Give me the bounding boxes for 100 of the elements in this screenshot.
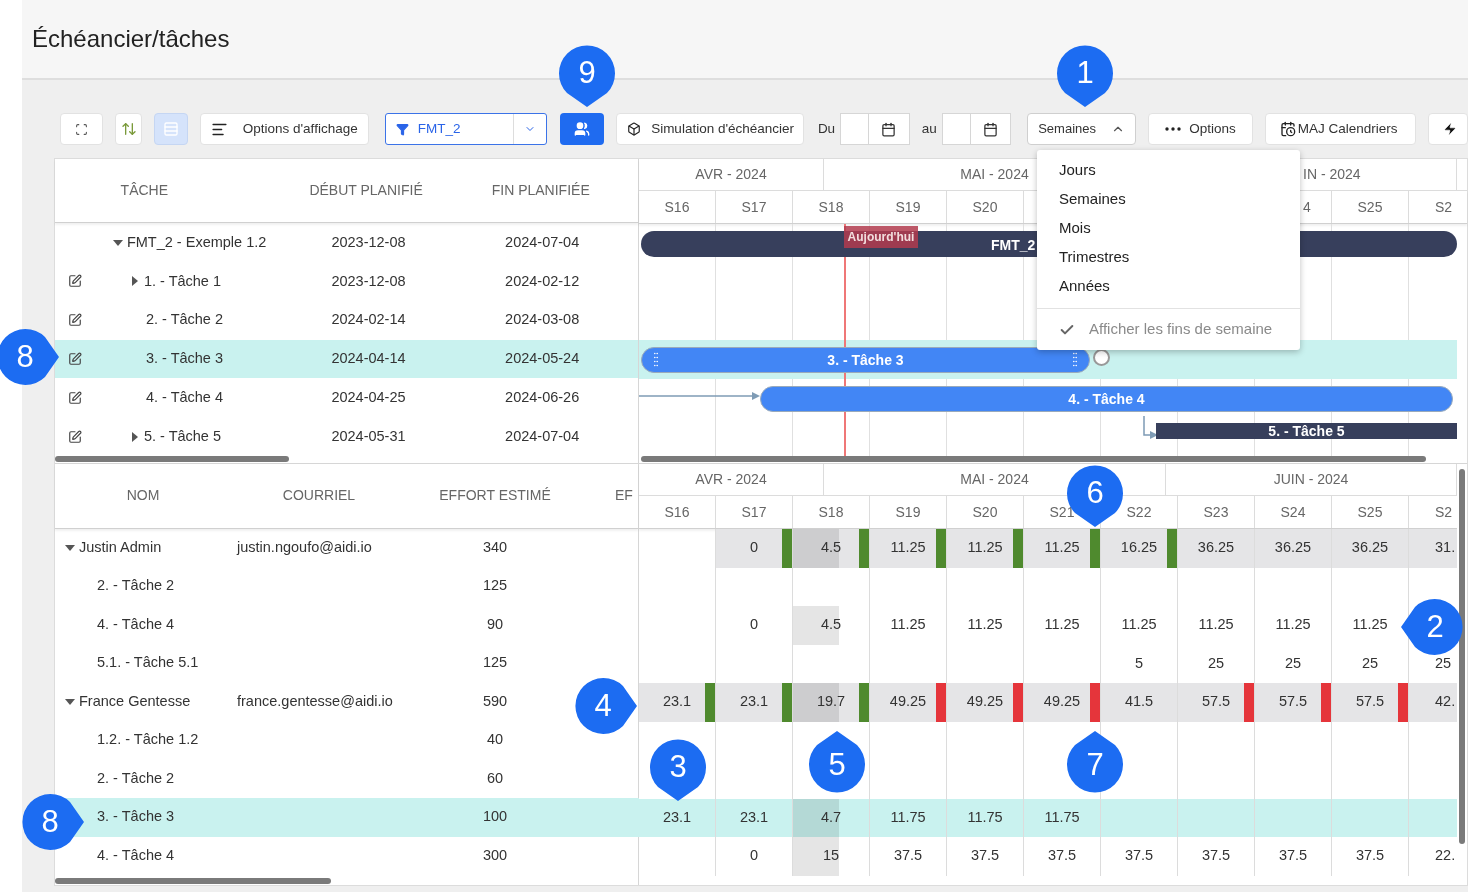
end-date: 2024-02-12 xyxy=(505,271,580,291)
week-label: 4 xyxy=(1303,197,1311,217)
workload-value: 36.25 xyxy=(1197,538,1235,558)
week-label: S19 xyxy=(895,197,921,217)
workload-value: 0 xyxy=(749,846,759,866)
start-date: 2024-05-31 xyxy=(331,426,406,446)
workload-value: 11.75 xyxy=(967,807,1003,827)
task-name: 3. - Tâche 3 xyxy=(97,807,175,827)
workload-value: 23.1 xyxy=(739,692,769,712)
week-label: S20 xyxy=(972,502,998,522)
workload-value: 37.5 xyxy=(1047,846,1077,866)
workload-value: 41.5 xyxy=(1124,692,1154,712)
workload-value: 11.25 xyxy=(967,538,1003,558)
workload-value: 4.7 xyxy=(820,807,842,827)
page-title: Échéancier/tâches xyxy=(32,24,230,54)
task-name: 2. - Tâche 2 xyxy=(97,768,175,788)
task-name: 1.2. - Tâche 1.2 xyxy=(97,730,199,750)
start-date: 2023-12-08 xyxy=(331,271,406,291)
end-date: 2024-05-24 xyxy=(505,349,580,369)
workload-value: 11.25 xyxy=(1352,615,1388,635)
end-date: 2024-07-04 xyxy=(505,232,580,252)
workload-value: 11.25 xyxy=(1044,538,1080,558)
workload-value: 57.5 xyxy=(1355,692,1385,712)
effort-value: 300 xyxy=(482,845,508,865)
week-label: S16 xyxy=(664,197,690,217)
workload-value: 22. xyxy=(1435,846,1456,866)
workload-value: 23.1 xyxy=(739,807,769,827)
task-name: 4. - Tâche 4 xyxy=(145,388,224,407)
end-date: 2024-03-08 xyxy=(505,310,580,330)
task-name: 3. - Tâche 3 xyxy=(145,349,224,369)
effort-value: 90 xyxy=(486,614,504,634)
resource-name: France Gentesse xyxy=(79,691,191,711)
email: france.gentesse@aidi.io xyxy=(237,692,393,709)
week-label: S24 xyxy=(1280,502,1306,522)
task-name: 2. - Tâche 2 xyxy=(145,310,224,330)
task-name: 4. - Tâche 4 xyxy=(97,845,175,865)
workload-value: 11.75 xyxy=(1044,807,1080,827)
workload-value: 25 xyxy=(1435,653,1452,673)
week-label: S25 xyxy=(1357,197,1383,217)
filter-value: FMT_2 xyxy=(417,119,462,138)
to-label: au xyxy=(921,119,937,138)
workload-value: 0 xyxy=(749,538,759,558)
effort-value: 125 xyxy=(482,576,508,596)
workload-value: 25 xyxy=(1284,653,1302,673)
workload-value: 11.25 xyxy=(1198,615,1234,635)
workload-value: 11.25 xyxy=(890,615,926,635)
bar-label: 3. - Tâche 3 xyxy=(827,350,904,370)
bar-label: 5. - Tâche 5 xyxy=(1268,424,1345,438)
workload-value: 37.5 xyxy=(893,846,923,866)
workload-value: 4.5 xyxy=(820,615,842,635)
month-label: MAI - 2024 xyxy=(960,470,1029,489)
workload-value: 36.25 xyxy=(1274,538,1312,558)
task-name: 1. - Tâche 1 xyxy=(143,271,222,291)
week-label: S21 xyxy=(1049,502,1075,522)
month-label: JUIN - 2024 xyxy=(1273,470,1349,489)
workload-value: 57.5 xyxy=(1278,692,1308,712)
workload-value: 16.25 xyxy=(1120,538,1158,558)
today-label: Aujourd'hui xyxy=(843,226,919,248)
start-date: 2023-12-08 xyxy=(331,232,406,252)
workload-value: 37.5 xyxy=(970,846,1000,866)
workload-value: 11.25 xyxy=(1121,615,1157,635)
task-name: 4. - Tâche 4 xyxy=(97,614,175,634)
week-label: S22 xyxy=(1126,502,1152,522)
week-label: S18 xyxy=(818,502,844,522)
month-label: IN - 2024 xyxy=(1303,165,1361,184)
task-name: 5. - Tâche 5 xyxy=(143,426,222,446)
workload-value: 4.5 xyxy=(820,538,842,558)
start-date: 2024-02-14 xyxy=(331,310,406,330)
workload-value: 36.25 xyxy=(1351,538,1389,558)
from-label: Du xyxy=(817,119,836,138)
week-label: S25 xyxy=(1357,502,1383,522)
effort-value: 60 xyxy=(486,768,504,788)
workload-value: 49.25 xyxy=(889,692,927,712)
workload-value: 31. xyxy=(1435,538,1456,558)
week-label: S2 xyxy=(1435,502,1453,522)
workload-value: 37.5 xyxy=(1278,846,1308,866)
workload-value: 37.5 xyxy=(1201,846,1231,866)
workload-value: 11.75 xyxy=(890,807,926,827)
start-date: 2024-04-14 xyxy=(331,349,406,369)
workload-value: 49.25 xyxy=(1043,692,1081,712)
task-name: 2. - Tâche 2 xyxy=(97,576,175,596)
week-label: S18 xyxy=(818,197,844,217)
week-label: S17 xyxy=(741,502,767,522)
week-label: S2 xyxy=(1435,197,1453,217)
task-name: 5.1. - Tâche 5.1 xyxy=(97,653,199,673)
start-date: 2024-04-25 xyxy=(331,388,406,407)
workload-value: 19.7 xyxy=(816,692,846,712)
workload-value: 23.1 xyxy=(662,692,692,712)
task-name: FMT_2 - Exemple 1.2 xyxy=(126,232,267,252)
week-label: S19 xyxy=(895,502,921,522)
workload-value: 11.25 xyxy=(890,538,926,558)
workload-value: 25 xyxy=(1207,653,1225,673)
email: justin.ngoufo@aidi.io xyxy=(237,538,372,555)
week-label: S17 xyxy=(741,197,767,217)
workload-value: 15 xyxy=(822,846,840,866)
end-date: 2024-06-26 xyxy=(505,388,580,407)
week-label: S20 xyxy=(972,197,998,217)
month-label: AVR - 2024 xyxy=(695,470,767,489)
month-label: AVR - 2024 xyxy=(695,165,767,184)
week-label: S16 xyxy=(664,502,690,522)
